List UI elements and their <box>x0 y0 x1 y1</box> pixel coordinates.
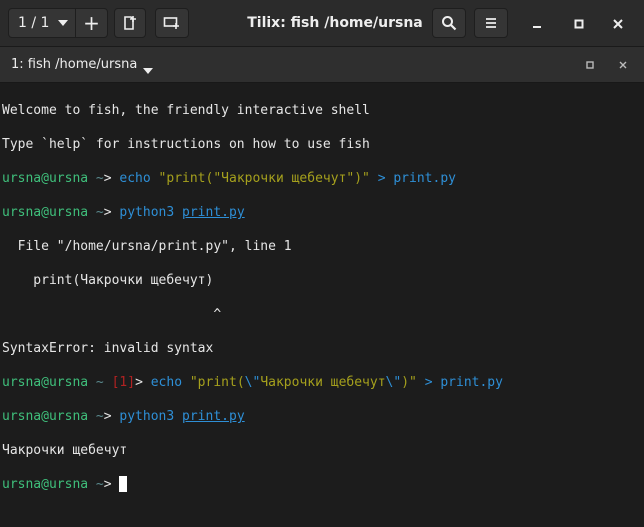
prompt-user: ursna@ursna <box>2 477 89 492</box>
program-output: Чакрочки щебечут <box>2 443 128 458</box>
terminal-line: ursna@ursna ~> <box>2 476 644 493</box>
session-counter: 1 / 1 <box>18 15 50 31</box>
prompt-user: ursna@ursna <box>2 205 89 220</box>
terminal-line: Welcome to fish, the friendly interactiv… <box>2 102 644 119</box>
session-switcher-button[interactable]: 1 / 1 <box>8 8 76 38</box>
hamburger-icon <box>484 17 498 29</box>
chevron-down-icon <box>57 19 69 27</box>
prompt-arrow: > <box>135 375 151 390</box>
prompt-arrow: > <box>103 477 120 492</box>
syntax-error-text: SyntaxError: invalid syntax <box>2 341 214 356</box>
terminal-line: ursna@ursna ~> python3 print.py <box>2 204 644 221</box>
chevron-down-icon[interactable] <box>142 60 154 79</box>
traceback-code: print(Чакрочки щебечут) <box>2 273 214 288</box>
command-name: echo <box>150 375 183 390</box>
maximize-icon <box>574 14 584 33</box>
traceback-caret: ^ <box>2 307 222 322</box>
terminal-title[interactable]: 1: fish /home/ursna <box>11 47 137 82</box>
terminal-line: File "/home/ursna/print.py", line 1 <box>2 238 644 255</box>
prompt-user: ursna@ursna <box>2 375 89 390</box>
tab-close-icon[interactable] <box>615 57 631 73</box>
split-right-icon <box>123 15 137 31</box>
terminal-titlebar: 1: fish /home/ursna <box>0 47 644 83</box>
terminal-line: print(Чакрочки щебечут) <box>2 272 644 289</box>
command-name: python3 <box>119 409 175 424</box>
terminal-line: ^ <box>2 306 644 323</box>
command-name: echo <box>119 171 151 186</box>
help-text: Type `help` for instructions on how to u… <box>2 137 370 152</box>
text-cursor <box>119 476 128 492</box>
terminal-line: SyntaxError: invalid syntax <box>2 340 644 357</box>
tilix-window: 1 / 1 + Tilix: fish /home/ursna 1: fish … <box>0 0 644 494</box>
redirect-operator: > <box>424 375 433 390</box>
minimize-icon <box>532 14 542 33</box>
prompt-path: ~ <box>88 375 104 390</box>
header-bar: 1 / 1 + Tilix: fish /home/ursna <box>0 0 644 47</box>
escape-sequence: \" <box>244 375 261 390</box>
terminal-line: ursna@ursna ~ [1]> echo "print(\"Чакрочк… <box>2 374 644 391</box>
prompt-path: ~ <box>88 409 104 424</box>
prompt-path: ~ <box>88 477 104 492</box>
command-string: )" <box>401 375 417 390</box>
redirect-target: print.py <box>440 375 503 390</box>
command-name: python3 <box>119 205 175 220</box>
prompt-arrow: > <box>103 205 120 220</box>
close-button[interactable] <box>608 13 628 33</box>
prompt-path: ~ <box>88 205 104 220</box>
add-session-button[interactable]: + <box>75 8 108 38</box>
terminal-line: Type `help` for instructions on how to u… <box>2 136 644 153</box>
command-string: Чакрочки щебечут <box>260 375 386 390</box>
add-terminal-right-button[interactable] <box>114 8 146 38</box>
add-terminal-down-button[interactable] <box>155 8 189 38</box>
redirect-operator: > <box>377 171 386 186</box>
redirect-target: print.py <box>393 171 456 186</box>
prompt-path: ~ <box>88 171 104 186</box>
exit-status: [1] <box>111 375 136 390</box>
prompt-arrow: > <box>103 171 120 186</box>
plus-icon: + <box>83 11 100 35</box>
terminal-line: ursna@ursna ~> python3 print.py <box>2 408 644 425</box>
terminal-line: Чакрочки щебечут <box>2 442 644 459</box>
menu-button[interactable] <box>474 8 508 38</box>
terminal-output[interactable]: Welcome to fish, the friendly interactiv… <box>0 83 644 494</box>
search-button[interactable] <box>432 8 466 38</box>
prompt-user: ursna@ursna <box>2 409 89 424</box>
window-title: Tilix: fish /home/ursna <box>247 15 423 31</box>
search-icon <box>441 15 457 31</box>
command-string: "print( <box>189 375 245 390</box>
split-down-icon <box>163 16 181 30</box>
command-path-arg: print.py <box>182 409 245 424</box>
minimize-button[interactable] <box>527 13 547 33</box>
traceback-file: File "/home/ursna/print.py", line 1 <box>2 239 292 254</box>
terminal-line: ursna@ursna ~> echo "print("Чакрочки щеб… <box>2 170 644 187</box>
escape-sequence: \" <box>385 375 402 390</box>
tab-maximize-icon[interactable] <box>582 57 598 73</box>
prompt-user: ursna@ursna <box>2 171 89 186</box>
close-icon <box>613 14 623 33</box>
welcome-text: Welcome to fish, the friendly interactiv… <box>2 103 370 118</box>
prompt-arrow: > <box>103 409 120 424</box>
maximize-button[interactable] <box>569 13 589 33</box>
command-string: "print("Чакрочки щебечут")" <box>158 171 370 186</box>
command-path-arg: print.py <box>182 205 245 220</box>
